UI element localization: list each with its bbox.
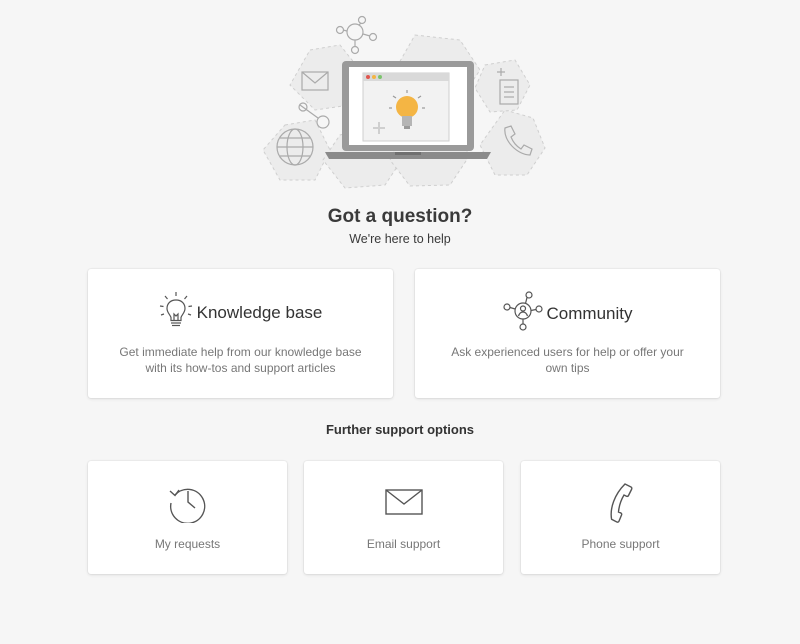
lightbulb-icon <box>159 291 193 334</box>
hero-illustration <box>255 10 555 190</box>
community-title: Community <box>546 303 633 323</box>
envelope-icon <box>383 481 425 528</box>
phone-support-card[interactable]: Phone support <box>521 461 720 574</box>
further-support-heading: Further support options <box>325 422 475 437</box>
email-support-label: Email support <box>366 537 441 551</box>
my-requests-card[interactable]: My requests <box>88 461 287 574</box>
knowledge-base-header: Knowledge base <box>88 291 393 334</box>
history-icon <box>167 481 209 528</box>
support-page: Got a question? We're here to help Knowl… <box>0 0 800 644</box>
knowledge-base-description: Get immediate help from our knowledge ba… <box>119 345 362 375</box>
community-header: Community <box>415 291 720 336</box>
knowledge-base-title: Knowledge base <box>196 302 323 322</box>
knowledge-base-card[interactable]: Knowledge base Get immediate help from o… <box>88 269 393 398</box>
phone-icon <box>600 481 642 528</box>
community-description: Ask experienced users for help or offer … <box>451 345 684 375</box>
community-network-icon <box>502 291 543 336</box>
page-subtitle: We're here to help <box>349 232 451 246</box>
my-requests-label: My requests <box>154 537 221 551</box>
phone-support-label: Phone support <box>581 537 660 551</box>
email-support-card[interactable]: Email support <box>304 461 503 574</box>
page-title: Got a question? <box>327 206 473 227</box>
community-card[interactable]: Community Ask experienced users for help… <box>415 269 720 398</box>
